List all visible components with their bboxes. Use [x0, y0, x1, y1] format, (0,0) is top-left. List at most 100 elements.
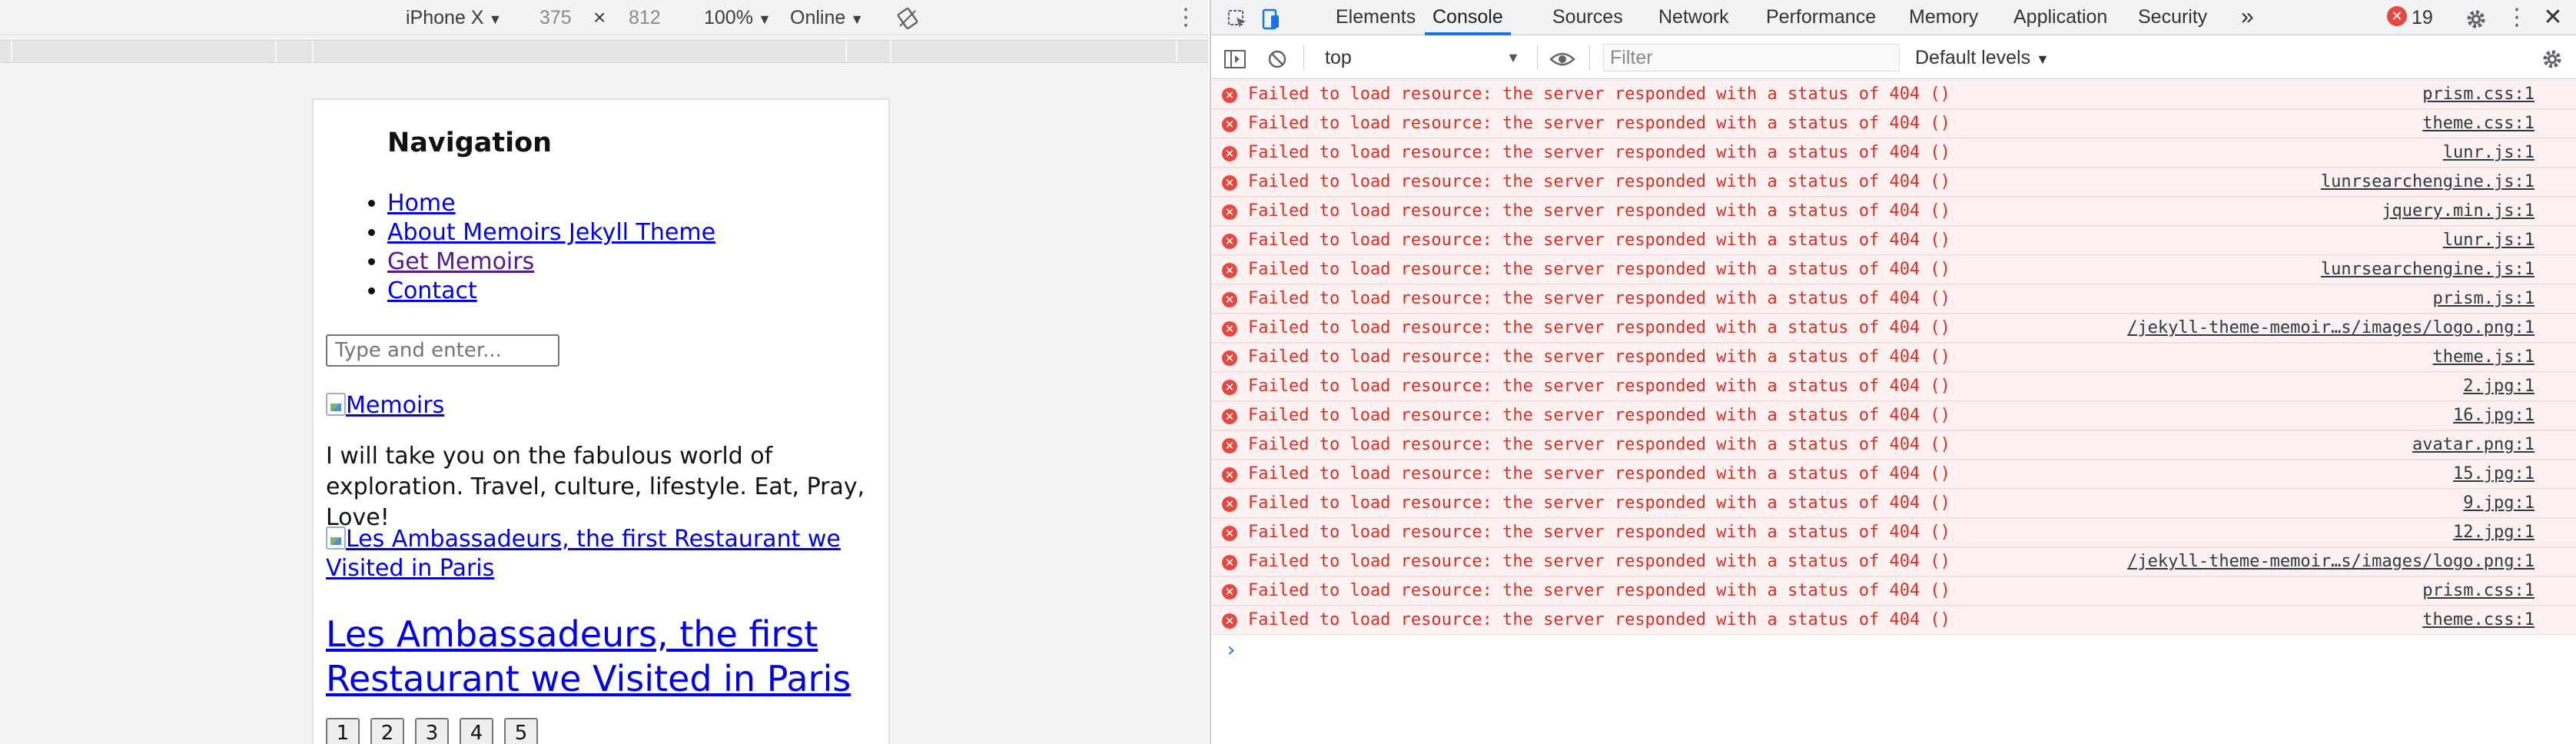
page-button-2[interactable]: 2: [370, 718, 404, 744]
error-icon: ✕: [1222, 555, 1237, 570]
post-title-link[interactable]: Les Ambassadeurs, the first Restaurant w…: [326, 612, 879, 701]
network-throttle-select[interactable]: Online ▼: [790, 0, 864, 35]
nav-link-home[interactable]: Home: [387, 190, 456, 217]
media-query-ruler[interactable]: [0, 40, 1208, 63]
console-error-row[interactable]: ✕ Failed to load resource: the server res…: [1211, 138, 2576, 168]
console-error-row[interactable]: ✕ Failed to load resource: the server res…: [1211, 518, 2576, 547]
filter-input[interactable]: Filter: [1603, 44, 1900, 71]
prompt-chevron-icon: ›: [1225, 639, 1237, 662]
error-icon: ✕: [1222, 204, 1237, 220]
caret-down-icon: ▼: [850, 12, 865, 27]
tab-sources[interactable]: Sources: [1552, 0, 1623, 35]
tab-performance[interactable]: Performance: [1766, 0, 1876, 35]
page-button-1[interactable]: 1: [326, 718, 360, 744]
context-select[interactable]: top ▼: [1319, 44, 1526, 71]
error-source-link[interactable]: prism.js:1: [2433, 285, 2535, 313]
console-error-row[interactable]: ✕ Failed to load resource: the server res…: [1211, 80, 2576, 109]
console-error-row[interactable]: ✕ Failed to load resource: the server res…: [1211, 255, 2576, 284]
console-error-row[interactable]: ✕ Failed to load resource: the server res…: [1211, 430, 2576, 460]
ruler-segment: [890, 41, 891, 62]
logo-link[interactable]: Memoirs: [326, 392, 444, 419]
log-levels-select[interactable]: Default levels ▼: [1915, 36, 2050, 79]
error-source-link[interactable]: 2.jpg:1: [2463, 373, 2535, 400]
error-source-link[interactable]: 12.jpg:1: [2453, 519, 2535, 546]
console-error-row[interactable]: ✕ Failed to load resource: the server res…: [1211, 314, 2576, 343]
error-source-link[interactable]: prism.css:1: [2422, 81, 2535, 108]
search-input[interactable]: Type and enter...: [326, 334, 559, 367]
more-tabs-button[interactable]: »: [2241, 0, 2254, 35]
console-messages: ✕ Failed to load resource: the server res…: [1211, 80, 2576, 666]
console-error-row[interactable]: ✕ Failed to load resource: the server res…: [1211, 460, 2576, 489]
error-source-link[interactable]: theme.css:1: [2422, 606, 2535, 634]
tab-application[interactable]: Application: [2013, 0, 2107, 35]
tab-network[interactable]: Network: [1658, 0, 1729, 35]
console-error-row[interactable]: ✕ Failed to load resource: the server res…: [1211, 372, 2576, 401]
console-error-row[interactable]: ✕ Failed to load resource: the server res…: [1211, 109, 2576, 138]
error-source-link[interactable]: lunr.js:1: [2443, 139, 2535, 167]
live-expression-eye-icon[interactable]: [1549, 36, 1575, 79]
error-source-link[interactable]: lunrsearchengine.js:1: [2321, 168, 2535, 196]
error-source-link[interactable]: /jekyll-theme-memoir…s/images/logo.png:1: [2127, 548, 2535, 576]
console-error-row[interactable]: ✕ Failed to load resource: the server res…: [1211, 401, 2576, 430]
error-source-link[interactable]: 16.jpg:1: [2453, 402, 2535, 430]
width-input[interactable]: 375: [539, 0, 572, 35]
error-icon: ✕: [1222, 88, 1237, 103]
nav-item-contact: Contact: [387, 277, 715, 306]
page-button-5[interactable]: 5: [504, 718, 538, 744]
logo-alt-text: Memoirs: [346, 392, 445, 419]
console-error-row[interactable]: ✕ Failed to load resource: the server res…: [1211, 197, 2576, 226]
tab-elements[interactable]: Elements: [1336, 0, 1416, 35]
error-source-link[interactable]: theme.js:1: [2433, 344, 2535, 371]
error-count-icon[interactable]: ✕: [2387, 6, 2407, 26]
error-source-link[interactable]: avatar.png:1: [2412, 431, 2535, 459]
error-icon: ✕: [1222, 584, 1237, 600]
inspect-element-icon[interactable]: [1222, 0, 1253, 35]
nav-link-about[interactable]: About Memoirs Jekyll Theme: [387, 219, 715, 246]
clear-console-icon[interactable]: [1266, 36, 1288, 79]
error-source-link[interactable]: 9.jpg:1: [2463, 490, 2535, 517]
page-button-4[interactable]: 4: [460, 718, 493, 744]
error-source-link[interactable]: prism.css:1: [2422, 577, 2535, 605]
device-select[interactable]: iPhone X ▼: [406, 0, 502, 35]
nav-item-home: Home: [387, 189, 715, 218]
more-options-icon[interactable]: ⋮: [2505, 0, 2528, 35]
error-source-link[interactable]: lunr.js:1: [2443, 227, 2535, 254]
error-source-link[interactable]: 15.jpg:1: [2453, 460, 2535, 488]
more-options-icon[interactable]: ⋮: [1174, 0, 1197, 35]
console-error-row[interactable]: ✕ Failed to load resource: the server res…: [1211, 576, 2576, 606]
tab-memory[interactable]: Memory: [1909, 0, 1978, 35]
error-icon: ✕: [1222, 263, 1237, 278]
tab-security[interactable]: Security: [2138, 0, 2207, 35]
console-error-row[interactable]: ✕ Failed to load resource: the server res…: [1211, 547, 2576, 576]
close-icon[interactable]: ✕: [2539, 0, 2567, 35]
console-error-row[interactable]: ✕ Failed to load resource: the server res…: [1211, 168, 2576, 197]
error-source-link[interactable]: /jekyll-theme-memoir…s/images/logo.png:1: [2127, 314, 2535, 342]
error-source-link[interactable]: theme.css:1: [2422, 110, 2535, 138]
console-prompt[interactable]: ›: [1211, 635, 2576, 666]
console-error-row[interactable]: ✕ Failed to load resource: the server res…: [1211, 343, 2576, 372]
zoom-select[interactable]: 100% ▼: [704, 0, 772, 35]
tab-console[interactable]: Console: [1425, 0, 1511, 35]
nav-item-get-memoirs: Get Memoirs: [387, 247, 715, 277]
settings-gear-icon[interactable]: [2461, 0, 2491, 35]
console-settings-gear-icon[interactable]: [2541, 36, 2564, 79]
caret-down-icon: ▼: [2036, 51, 2050, 67]
device-toolbar-toggle-icon[interactable]: [1256, 0, 1286, 35]
sidebar-toggle-icon[interactable]: [1223, 36, 1247, 79]
console-error-row[interactable]: ✕ Failed to load resource: the server res…: [1211, 226, 2576, 255]
error-source-link[interactable]: jquery.min.js:1: [2382, 198, 2535, 225]
console-error-row[interactable]: ✕ Failed to load resource: the server res…: [1211, 606, 2576, 635]
post-image-link[interactable]: Les Ambassadeurs, the first Restaurant w…: [326, 525, 879, 583]
error-message: Failed to load resource: the server resp…: [1248, 610, 1950, 629]
error-count[interactable]: 19: [2412, 0, 2433, 35]
height-input[interactable]: 812: [629, 0, 661, 35]
console-error-row[interactable]: ✕ Failed to load resource: the server res…: [1211, 489, 2576, 518]
console-error-row[interactable]: ✕ Failed to load resource: the server res…: [1211, 284, 2576, 314]
rotate-icon[interactable]: [896, 0, 919, 35]
page-button-3[interactable]: 3: [415, 718, 449, 744]
nav-link-contact[interactable]: Contact: [387, 277, 477, 304]
nav-title: Navigation: [387, 128, 553, 158]
error-source-link[interactable]: lunrsearchengine.js:1: [2321, 256, 2535, 284]
emulated-page: Navigation Home About Memoirs Jekyll The…: [312, 98, 890, 744]
nav-link-get-memoirs[interactable]: Get Memoirs: [387, 248, 534, 275]
